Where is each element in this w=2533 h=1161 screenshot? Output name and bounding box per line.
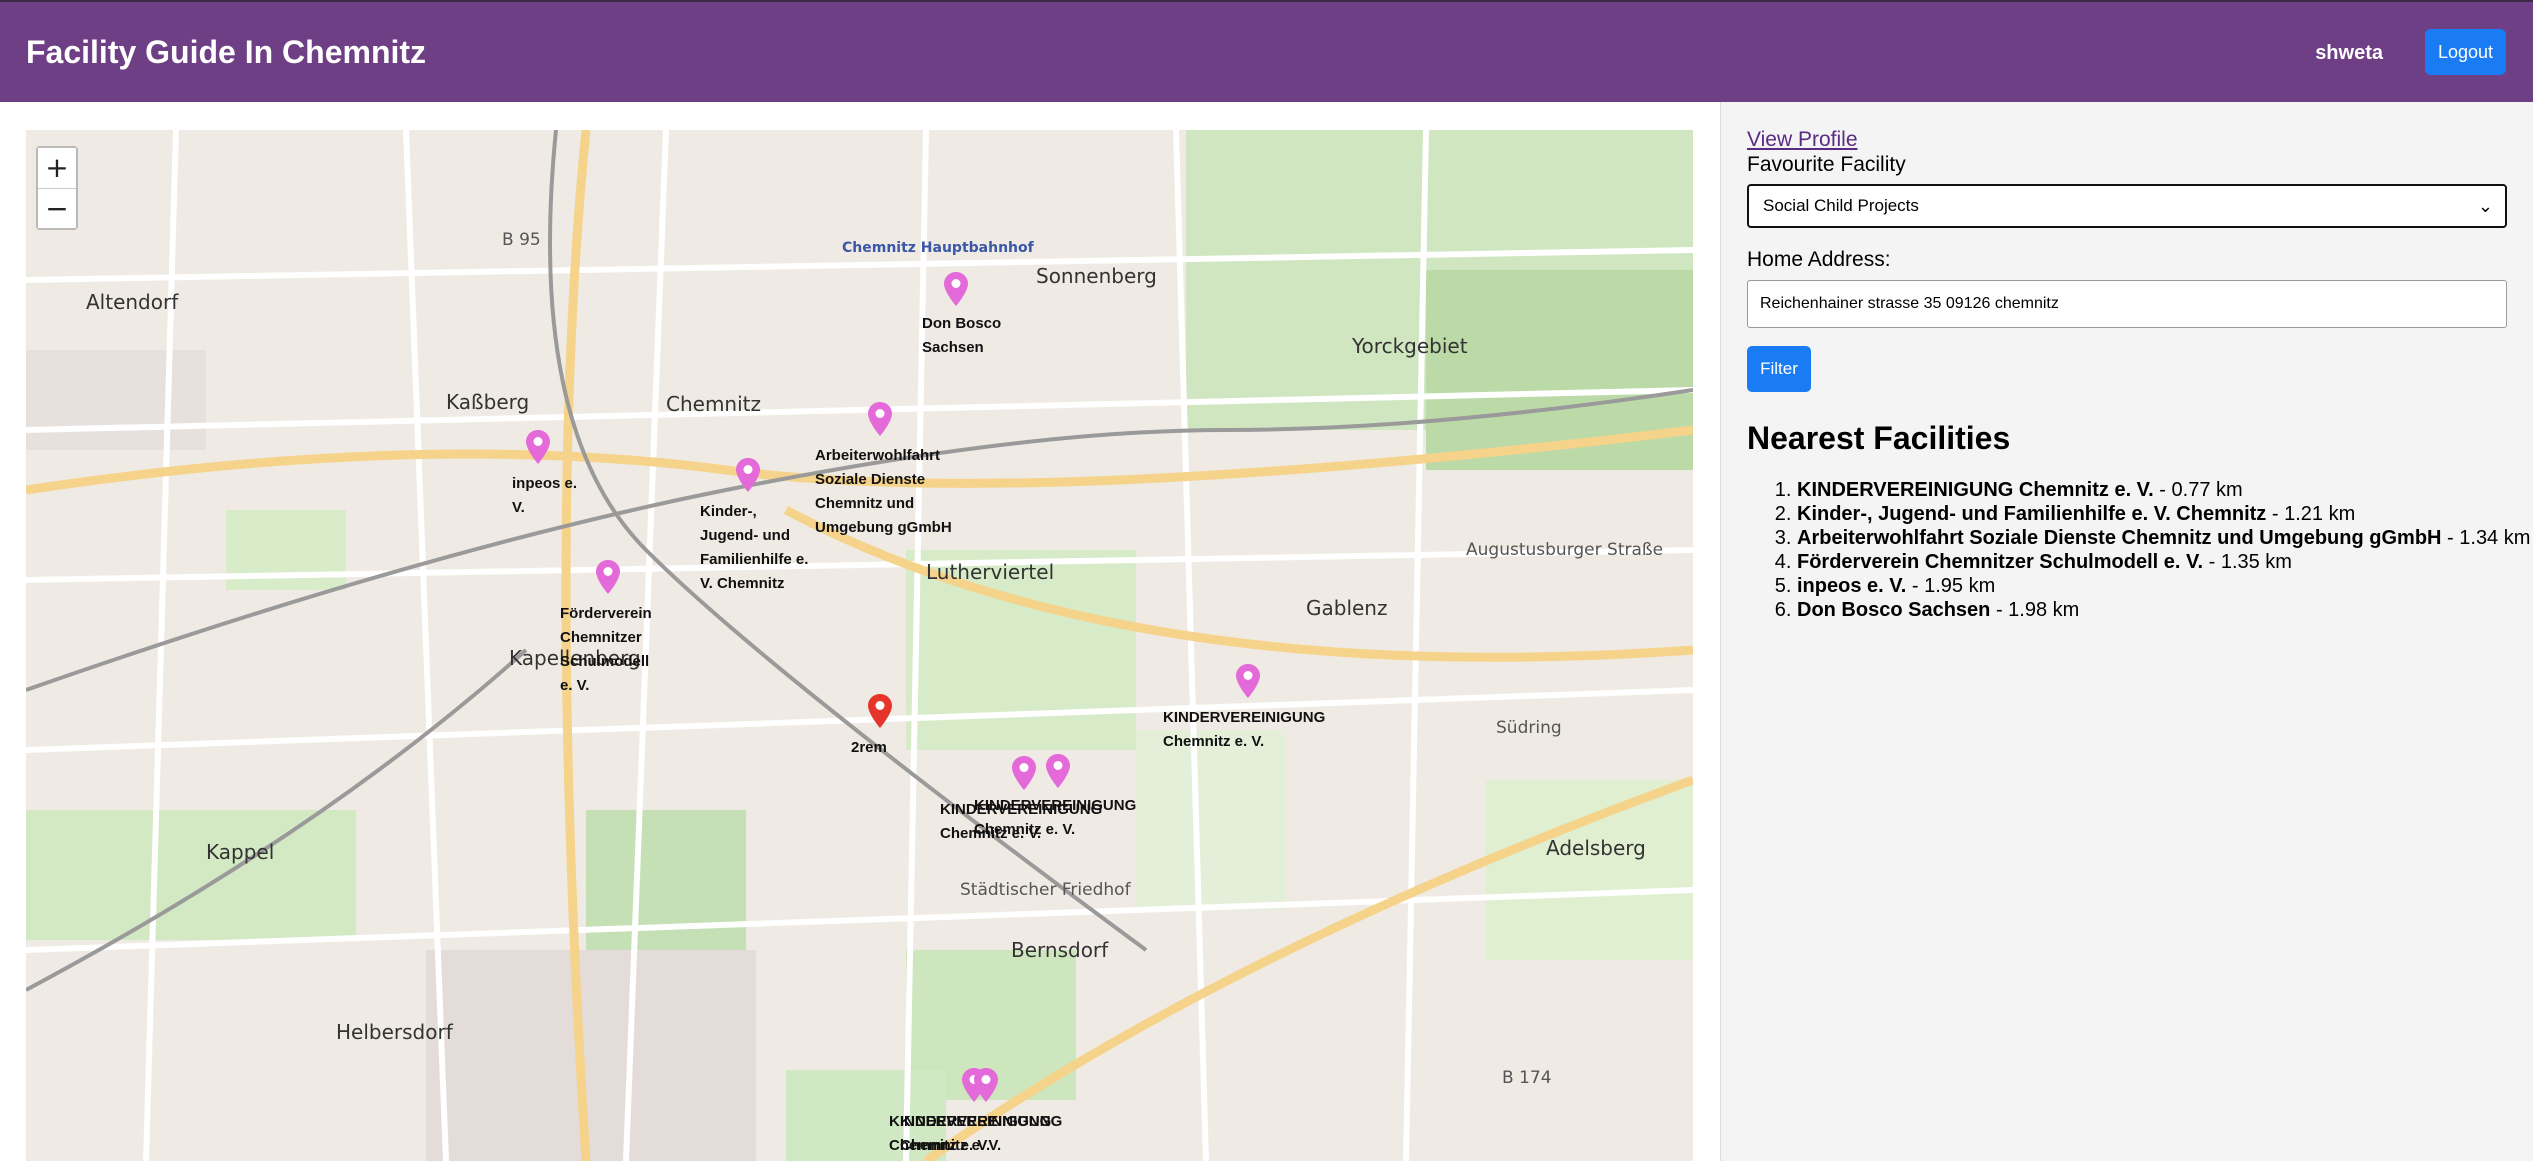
marker-label: 2rem [851,739,887,756]
facility-distance: - 1.34 km [2441,527,2531,549]
zoom-control: + − [36,146,78,230]
map-tiles [26,130,1693,1161]
current-location-marker-icon[interactable] [868,694,892,728]
facility-marker-icon[interactable] [1236,664,1260,698]
sidebar: View Profile Favourite Facility Social C… [1720,102,2533,1161]
filter-button[interactable]: Filter [1747,346,1811,392]
app-title: Facility Guide In Chemnitz [26,34,427,70]
list-item: Arbeiterwohlfahrt Soziale Dienste Chemni… [1797,526,2533,550]
app-header: Facility Guide In Chemnitz shweta Logout [0,0,2533,102]
list-item: inpeos e. V. - 1.95 km [1797,574,2533,598]
facility-name: Don Bosco Sachsen [1797,599,1991,621]
facility-marker-icon[interactable] [596,560,620,594]
view-profile-link[interactable]: View Profile [1747,128,1858,152]
nearest-facilities-heading: Nearest Facilities [1747,420,2011,456]
facility-distance: - 1.95 km [1906,575,1996,597]
marker-label: KINDERVEREINIGUNG Chemnitz e. V. [1163,709,1326,750]
list-item: KINDERVEREINIGUNG Chemnitz e. V. - 0.77 … [1797,478,2533,502]
map-view[interactable]: + − Altendorf Kaßberg Chemnitz Sonnenber… [26,130,1693,1161]
favourite-facility-value: Social Child Projects [1763,196,1919,215]
facility-distance: - 1.98 km [1990,599,2080,621]
facility-marker-icon[interactable] [1012,756,1036,790]
facility-distance: - 1.21 km [2266,503,2356,525]
facility-distance: - 0.77 km [2153,479,2243,501]
chevron-down-icon: ⌄ [2477,196,2493,216]
facility-distance: - 1.35 km [2203,551,2292,573]
username: shweta [2315,42,2383,64]
zoom-in-button[interactable]: + [38,148,76,188]
list-item: Don Bosco Sachsen - 1.98 km [1797,598,2533,622]
facility-name: inpeos e. V. [1797,575,1907,597]
facility-name: KINDERVEREINIGUNG Chemnitz e. V. [1797,479,2154,501]
facility-name: Arbeiterwohlfahrt Soziale Dienste Chemni… [1797,527,2442,549]
facility-marker-icon[interactable] [1046,754,1070,788]
marker-label: Förderverein Chemnitzer Schulmodell e. V… [560,605,652,694]
marker-label: KINDERVEREINIGUNG Chemnitz e. V. [974,797,1137,838]
nearest-facilities-list: KINDERVEREINIGUNG Chemnitz e. V. - 0.77 … [1773,478,2533,622]
marker-label: Kinder-, Jugend- und Familienhilfe e. V.… [700,503,809,592]
marker-label: Don Bosco Sachsen [922,315,1002,356]
list-item: Förderverein Chemnitzer Schulmodell e. V… [1797,550,2533,574]
facility-marker-icon[interactable] [974,1068,998,1102]
list-item: Kinder-, Jugend- und Familienhilfe e. V.… [1797,502,2533,526]
facility-marker-icon[interactable] [526,430,550,464]
zoom-out-button[interactable]: − [38,188,76,228]
home-address-input[interactable] [1747,280,2507,328]
facility-marker-icon[interactable] [868,402,892,436]
favourite-facility-select[interactable]: Social Child Projects ⌄ [1747,184,2507,228]
facility-name: Kinder-, Jugend- und Familienhilfe e. V.… [1797,503,2267,525]
marker-label: KINDERVEREINIGUNG Chemnitz e. V. [900,1113,1063,1154]
facility-marker-icon[interactable] [944,272,968,306]
marker-label: Arbeiterwohlfahrt Soziale Dienste Chemni… [815,447,952,536]
facility-name: Förderverein Chemnitzer Schulmodell e. V… [1797,551,2204,573]
facility-marker-icon[interactable] [736,458,760,492]
marker-label: inpeos e. V. [512,475,578,516]
home-address-label: Home Address: [1747,248,1891,271]
favourite-facility-label: Favourite Facility [1747,153,1906,176]
logout-button[interactable]: Logout [2425,29,2506,75]
